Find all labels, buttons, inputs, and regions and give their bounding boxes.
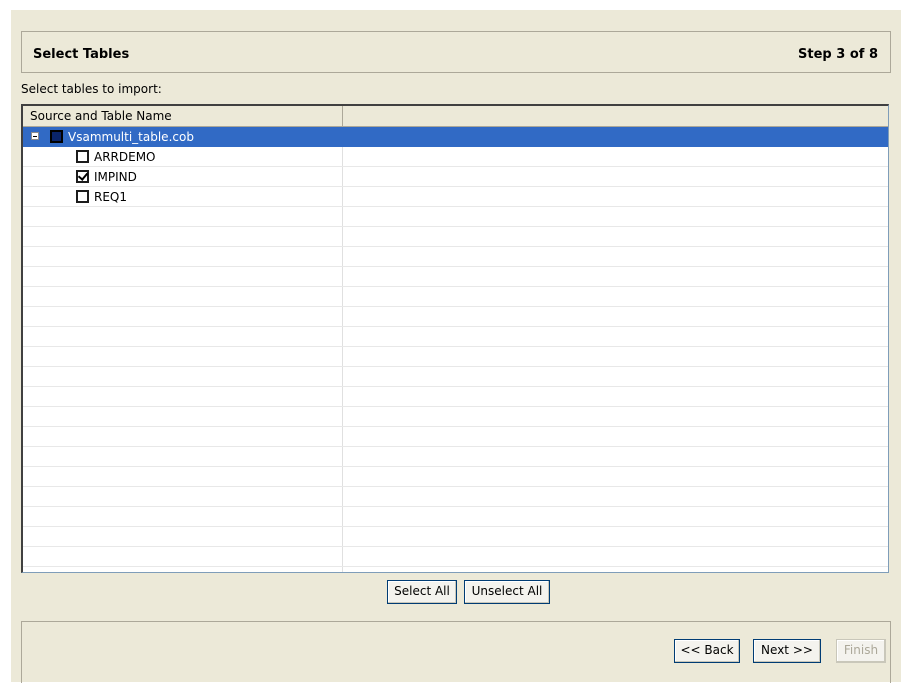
- table-checkbox-impind[interactable]: [76, 170, 89, 183]
- empty-row: [23, 327, 888, 347]
- source-name: Vsammulti_table.cob: [68, 130, 194, 144]
- finish-button: Finish: [836, 639, 886, 663]
- table-name: REQ1: [94, 190, 127, 204]
- empty-row: [23, 507, 888, 527]
- empty-row: [23, 207, 888, 227]
- table-name: ARRDEMO: [94, 150, 156, 164]
- select-all-button[interactable]: Select All: [387, 580, 457, 604]
- table-row[interactable]: REQ1: [23, 187, 888, 207]
- unselect-all-button[interactable]: Unselect All: [464, 580, 550, 604]
- column-header-source-name[interactable]: Source and Table Name: [23, 106, 343, 126]
- empty-row: [23, 307, 888, 327]
- empty-row: [23, 447, 888, 467]
- wizard-panel: Select Tables Step 3 of 8 Select tables …: [11, 10, 901, 683]
- empty-row: [23, 407, 888, 427]
- table-row[interactable]: IMPIND: [23, 167, 888, 187]
- empty-row: [23, 467, 888, 487]
- table-checkbox-arrdemo[interactable]: [76, 150, 89, 163]
- wizard-header: Select Tables Step 3 of 8: [21, 31, 891, 73]
- table-checkbox-req1[interactable]: [76, 190, 89, 203]
- tables-tree-table[interactable]: Source and Table Name Vsammulti_table.co…: [21, 104, 889, 573]
- empty-row: [23, 427, 888, 447]
- step-indicator: Step 3 of 8: [798, 47, 878, 62]
- empty-row: [23, 247, 888, 267]
- table-row[interactable]: ARRDEMO: [23, 147, 888, 167]
- column-header-row: Source and Table Name: [23, 106, 888, 127]
- empty-row: [23, 367, 888, 387]
- back-button[interactable]: << Back: [674, 639, 740, 663]
- source-row[interactable]: Vsammulti_table.cob: [23, 127, 888, 147]
- page-title: Select Tables: [33, 47, 130, 62]
- empty-row: [23, 387, 888, 407]
- empty-row: [23, 347, 888, 367]
- empty-row: [23, 287, 888, 307]
- table-name: IMPIND: [94, 170, 137, 184]
- source-checkbox[interactable]: [50, 130, 63, 143]
- empty-row: [23, 567, 888, 572]
- empty-row: [23, 267, 888, 287]
- next-button[interactable]: Next >>: [753, 639, 821, 663]
- table-rows: Vsammulti_table.cob ARRDEMO IMPIND REQ1: [23, 127, 888, 572]
- empty-row: [23, 547, 888, 567]
- empty-row: [23, 227, 888, 247]
- collapse-icon[interactable]: [31, 132, 39, 140]
- empty-row: [23, 487, 888, 507]
- instructions-label: Select tables to import:: [21, 82, 162, 96]
- empty-row: [23, 527, 888, 547]
